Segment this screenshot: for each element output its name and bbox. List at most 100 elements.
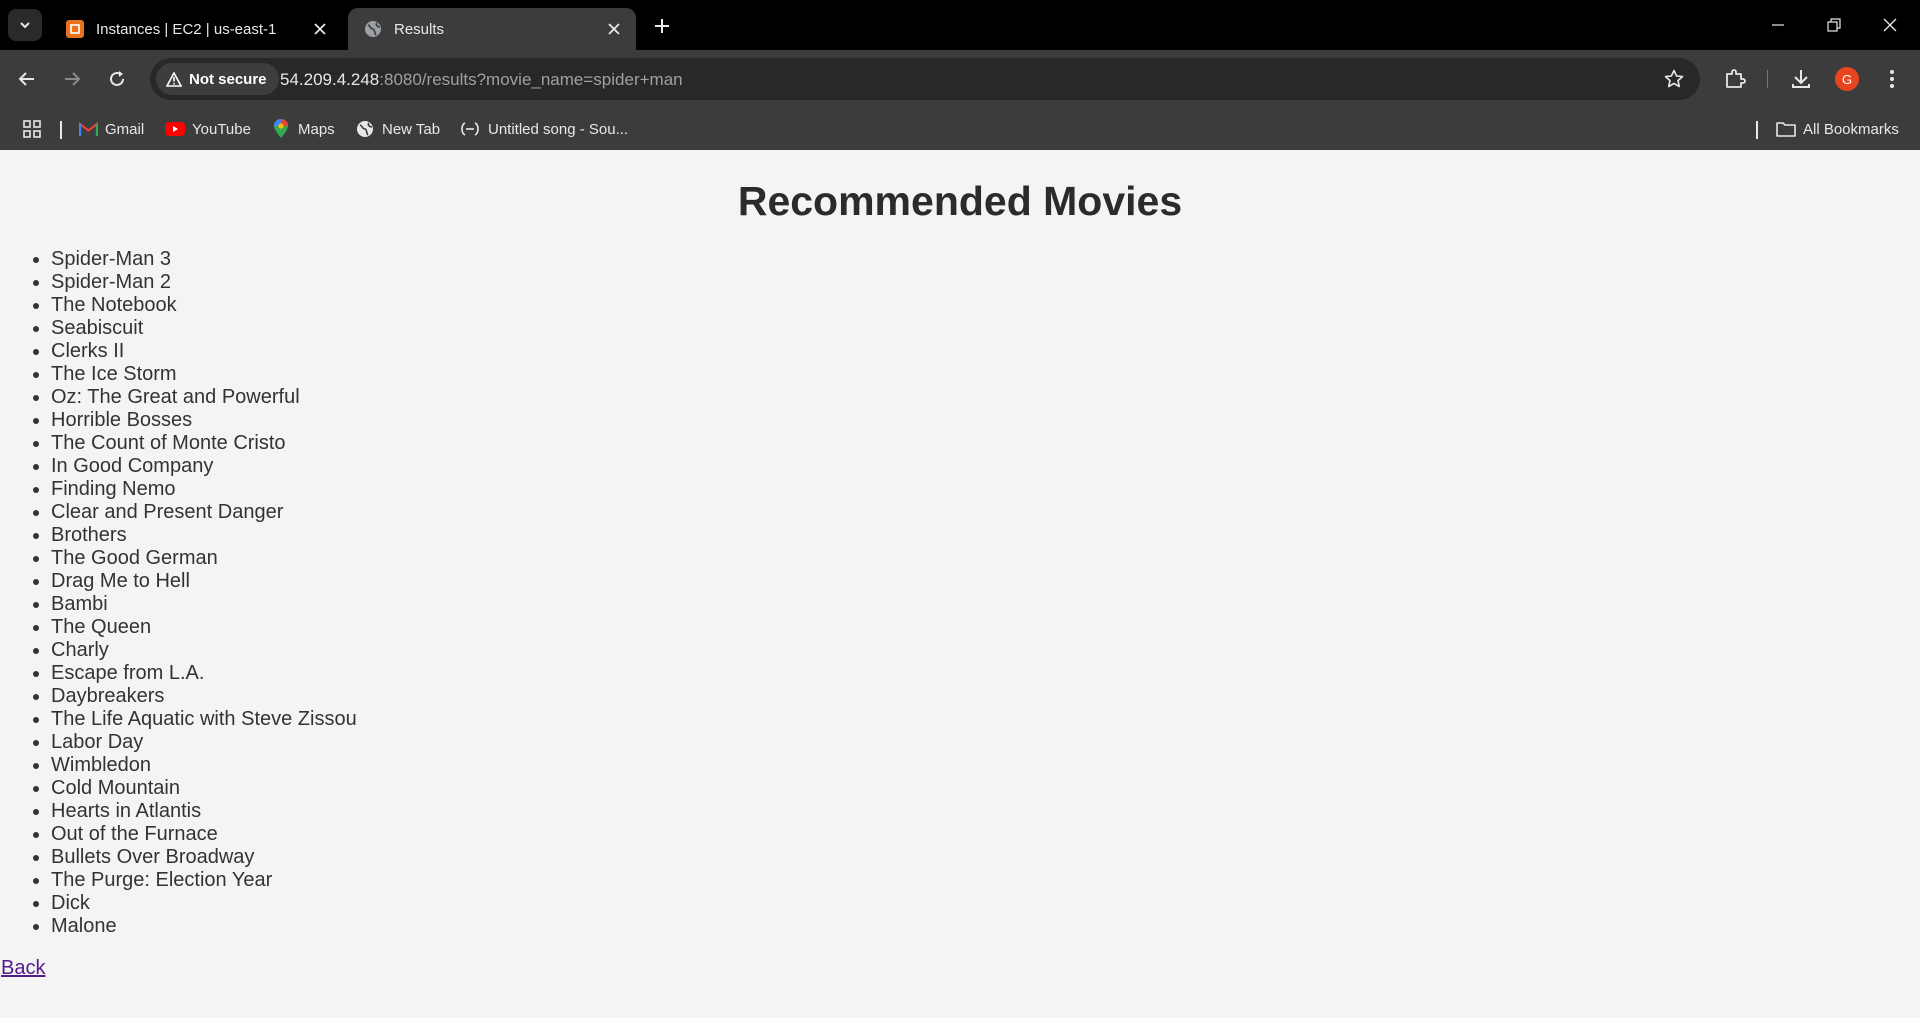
chevron-down-icon	[20, 22, 30, 29]
youtube-icon	[165, 119, 185, 139]
movie-list-item: Cold Mountain	[51, 777, 357, 800]
minimize-button[interactable]	[1750, 0, 1806, 50]
restore-button[interactable]	[1806, 0, 1862, 50]
warning-icon	[166, 71, 182, 87]
link-icon	[459, 119, 481, 139]
movie-list-item: The Purge: Election Year	[51, 869, 357, 892]
movie-list-item: Out of the Furnace	[51, 823, 357, 846]
gmail-icon	[78, 119, 98, 139]
all-bookmarks-label: All Bookmarks	[1803, 120, 1899, 138]
movie-list-item: Charly	[51, 639, 357, 662]
movie-list-item: Dick	[51, 892, 357, 915]
reload-icon	[110, 71, 124, 86]
minimize-icon	[1772, 24, 1784, 26]
globe-icon	[355, 119, 375, 139]
close-tab-icon[interactable]	[604, 19, 624, 39]
aws-ec2-icon	[64, 18, 86, 40]
movie-list-item: Bambi	[51, 593, 357, 616]
movie-list-item: Malone	[51, 915, 357, 938]
movie-list-item: In Good Company	[51, 455, 357, 478]
forward-button[interactable]	[54, 61, 90, 97]
movie-list: Spider-Man 3Spider-Man 2The NotebookSeab…	[51, 248, 357, 938]
browser-toolbar: Not secure 54.209.4.248:8080/results?mov…	[0, 50, 1920, 108]
close-tab-icon[interactable]	[310, 19, 330, 39]
movie-list-item: The Count of Monte Cristo	[51, 432, 357, 455]
bookmark-label: Maps	[298, 120, 335, 138]
tab-title: Results	[394, 20, 445, 38]
close-icon	[1883, 18, 1897, 32]
close-window-button[interactable]	[1862, 0, 1918, 50]
bookmark-label: New Tab	[382, 120, 441, 138]
bookmarks-bar: Gmail YouTube Maps New Tab Untitled song…	[0, 108, 1920, 150]
page-content: Recommended Movies Spider-Man 3Spider-Ma…	[0, 150, 1920, 1018]
security-label: Not secure	[189, 70, 267, 88]
bookmark-new-tab[interactable]: New Tab	[355, 116, 440, 142]
restore-icon	[1827, 18, 1841, 32]
bookmark-label: YouTube	[192, 120, 251, 138]
site-info-button[interactable]: Not secure	[156, 63, 279, 95]
movie-list-item: Clerks II	[51, 340, 357, 363]
movie-list-item: Labor Day	[51, 731, 357, 754]
tab-search-button[interactable]	[8, 9, 42, 41]
kebab-menu-icon	[1890, 70, 1894, 88]
bookmark-untitled-song[interactable]: Untitled song - Sou...	[459, 116, 628, 142]
back-link[interactable]: Back	[1, 957, 45, 980]
movie-list-item: Spider-Man 3	[51, 248, 357, 271]
movie-list-item: Bullets Over Broadway	[51, 846, 357, 869]
movie-list-item: Drag Me to Hell	[51, 570, 357, 593]
movie-list-item: Seabiscuit	[51, 317, 357, 340]
browser-menu-button[interactable]	[1876, 63, 1908, 95]
bookmarks-divider	[60, 121, 62, 139]
movie-list-item: Clear and Present Danger	[51, 501, 357, 524]
bookmark-gmail[interactable]: Gmail	[78, 116, 144, 142]
reload-button[interactable]	[99, 61, 135, 97]
movie-list-item: Escape from L.A.	[51, 662, 357, 685]
movie-list-item: Daybreakers	[51, 685, 357, 708]
movie-list-item: Finding Nemo	[51, 478, 357, 501]
movie-list-item: Hearts in Atlantis	[51, 800, 357, 823]
toolbar-divider	[1767, 70, 1768, 88]
movie-list-item: The Life Aquatic with Steve Zissou	[51, 708, 357, 731]
apps-grid-icon	[22, 119, 42, 139]
movie-list-item: Brothers	[51, 524, 357, 547]
star-icon	[1664, 69, 1684, 88]
apps-button[interactable]	[22, 116, 49, 142]
globe-icon	[362, 18, 384, 40]
bookmarks-divider	[1756, 121, 1758, 139]
bookmark-youtube[interactable]: YouTube	[165, 116, 251, 142]
url-text[interactable]: 54.209.4.248:8080/results?movie_name=spi…	[280, 70, 683, 90]
bookmark-maps[interactable]: Maps	[271, 116, 335, 142]
back-button[interactable]	[9, 61, 45, 97]
plus-icon	[655, 19, 669, 33]
bookmark-star-button[interactable]	[1662, 67, 1686, 91]
address-bar[interactable]: Not secure 54.209.4.248:8080/results?mov…	[150, 58, 1700, 100]
movie-list-item: The Notebook	[51, 294, 357, 317]
extensions-button[interactable]	[1719, 63, 1751, 95]
movie-list-item: The Queen	[51, 616, 357, 639]
movie-list-item: The Good German	[51, 547, 357, 570]
tab-results[interactable]: Results	[348, 8, 636, 50]
arrow-left-icon	[18, 72, 34, 86]
folder-icon	[1776, 119, 1796, 139]
downloads-button[interactable]	[1785, 63, 1817, 95]
page-title: Recommended Movies	[737, 178, 1183, 224]
bookmark-label: Gmail	[105, 120, 145, 138]
puzzle-icon	[1726, 69, 1746, 88]
profile-avatar[interactable]: G	[1835, 67, 1859, 91]
movie-list-item: The Ice Storm	[51, 363, 357, 386]
url-host: 54.209.4.248	[280, 70, 380, 89]
tab-ec2-instances[interactable]: Instances | EC2 | us-east-1	[50, 8, 342, 50]
bookmark-label: Untitled song - Sou...	[488, 120, 629, 138]
download-icon	[1792, 70, 1810, 88]
new-tab-button[interactable]	[648, 12, 676, 40]
movie-list-item: Oz: The Great and Powerful	[51, 386, 357, 409]
tab-strip: Instances | EC2 | us-east-1 Results	[0, 0, 1920, 50]
movie-list-item: Wimbledon	[51, 754, 357, 777]
arrow-right-icon	[65, 72, 81, 86]
all-bookmarks-button[interactable]: All Bookmarks	[1776, 116, 1899, 142]
movie-list-item: Spider-Man 2	[51, 271, 357, 294]
maps-icon	[271, 119, 291, 139]
movie-list-item: Horrible Bosses	[51, 409, 357, 432]
tab-title: Instances | EC2 | us-east-1	[96, 20, 277, 38]
url-path: :8080/results?movie_name=spider+man	[379, 70, 683, 89]
